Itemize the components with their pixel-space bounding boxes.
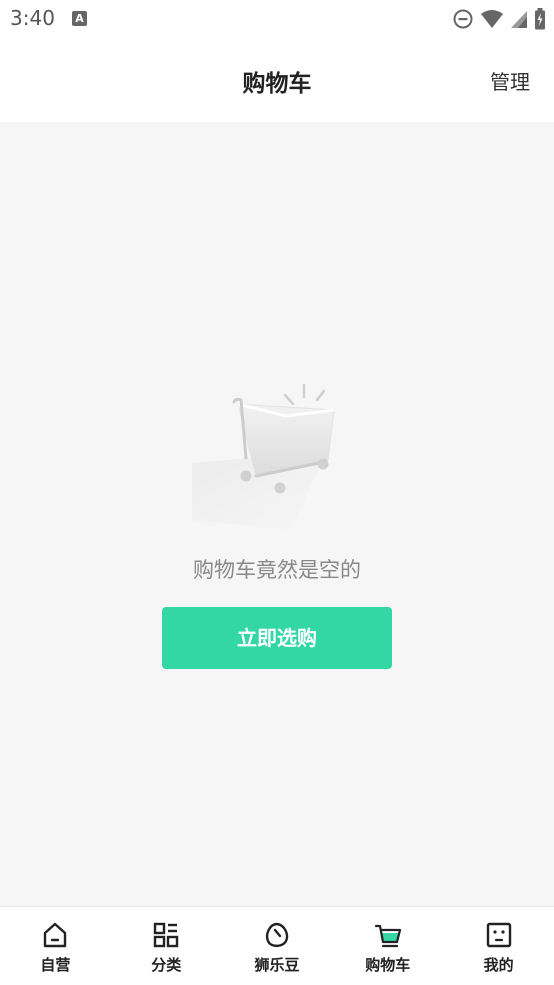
bean-icon: [265, 922, 289, 948]
a-notification-icon: A: [72, 11, 87, 26]
status-bar: 3:40 A: [0, 0, 554, 40]
battery-icon: [535, 8, 545, 30]
dnd-icon: [453, 9, 473, 29]
shop-now-button[interactable]: 立即选购: [162, 607, 392, 669]
signal-icon: [511, 11, 527, 28]
empty-cart-illustration: [192, 383, 335, 530]
bottom-nav: 自营 分类 狮乐豆 购物车 我的: [0, 906, 554, 985]
nav-label: 狮乐豆: [254, 956, 300, 974]
profile-icon: [486, 922, 511, 948]
home-icon: [44, 922, 67, 948]
status-icons: [452, 8, 546, 30]
cart-icon: [374, 924, 401, 948]
nav-item-self-operated[interactable]: 自营: [0, 907, 111, 985]
nav-label: 购物车: [365, 956, 411, 974]
nav-label: 自营: [40, 956, 71, 974]
manage-button[interactable]: 管理: [490, 66, 530, 95]
nav-item-category[interactable]: 分类: [111, 907, 222, 985]
wifi-icon: [481, 10, 503, 28]
nav-item-profile[interactable]: 我的: [443, 907, 554, 985]
empty-cart-message: 购物车竟然是空的: [193, 558, 361, 582]
nav-label: 我的: [483, 956, 514, 974]
category-icon: [153, 922, 179, 948]
page-title: 购物车: [242, 71, 312, 97]
nav-label: 分类: [151, 956, 182, 974]
header: 购物车 管理: [0, 40, 554, 122]
empty-cart-content: 购物车竟然是空的 立即选购: [0, 122, 554, 906]
nav-item-cart[interactable]: 购物车: [332, 907, 443, 985]
status-time: 3:40: [10, 6, 55, 30]
nav-item-bean[interactable]: 狮乐豆: [222, 907, 333, 985]
